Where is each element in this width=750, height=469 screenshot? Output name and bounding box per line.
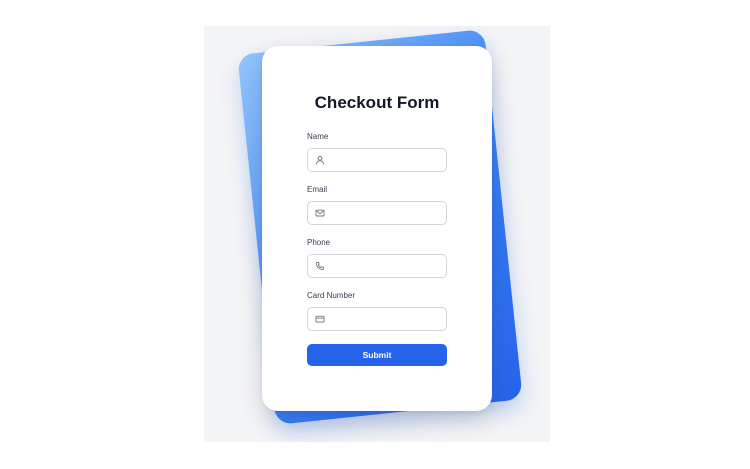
submit-button[interactable]: Submit xyxy=(307,344,447,366)
card-number-label: Card Number xyxy=(307,291,356,300)
phone-field-group: Phone xyxy=(307,238,447,278)
card-number-field-group: Card Number xyxy=(307,291,447,331)
name-input-wrapper[interactable] xyxy=(307,148,447,172)
email-input[interactable] xyxy=(328,202,438,224)
form-title: Checkout Form xyxy=(314,93,440,112)
envelope-icon xyxy=(315,209,325,217)
phone-input-wrapper[interactable] xyxy=(307,254,447,278)
user-icon xyxy=(316,155,324,165)
email-field-group: Email xyxy=(307,185,447,225)
name-input[interactable] xyxy=(328,149,438,171)
name-field-group: Name xyxy=(307,132,447,172)
card-number-input[interactable] xyxy=(328,308,438,330)
page-background: Checkout Form Name Email Phone Card Numb… xyxy=(204,26,550,442)
email-label: Email xyxy=(307,185,328,194)
checkout-card: Checkout Form Name Email Phone Card Numb… xyxy=(262,46,492,411)
phone-input[interactable] xyxy=(328,255,438,277)
name-label: Name xyxy=(307,132,329,141)
card-number-input-wrapper[interactable] xyxy=(307,307,447,331)
phone-label: Phone xyxy=(307,238,331,247)
phone-icon xyxy=(315,261,324,271)
email-input-wrapper[interactable] xyxy=(307,201,447,225)
credit-card-icon xyxy=(315,315,325,323)
